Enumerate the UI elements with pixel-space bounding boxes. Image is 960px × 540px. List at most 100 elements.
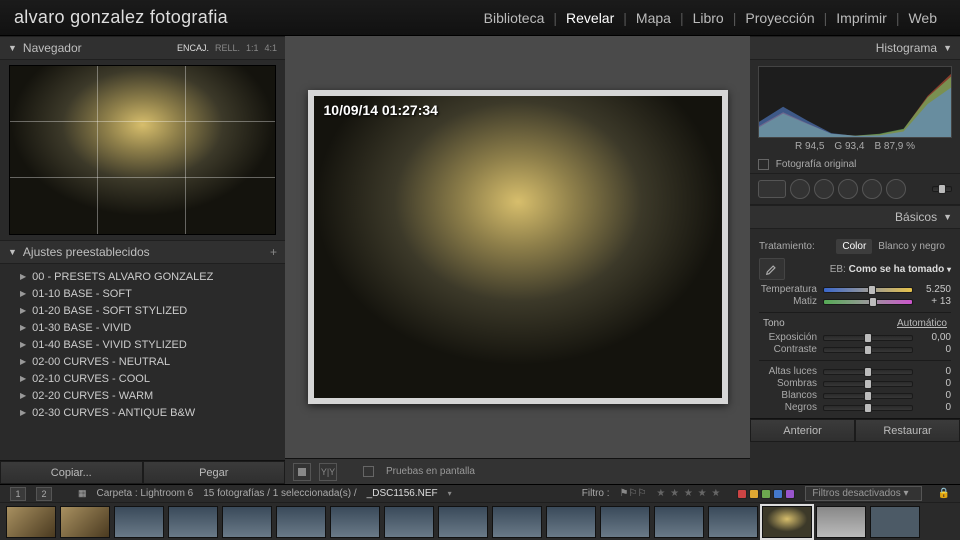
filmstrip-thumb[interactable] [114, 506, 164, 538]
main-image[interactable]: 10/09/14 01:27:34 [308, 90, 728, 404]
module-tab-imprimir[interactable]: Imprimir [827, 6, 896, 30]
nav-zoom-rell[interactable]: RELL. [215, 43, 240, 53]
brush-tool[interactable] [886, 179, 906, 199]
loupe-view-button[interactable] [293, 463, 311, 481]
reset-button[interactable]: Restaurar [855, 419, 960, 442]
filmstrip-thumb[interactable] [222, 506, 272, 538]
nav-zoom-encaj[interactable]: ENCAJ. [177, 43, 209, 53]
filmstrip-thumb[interactable] [60, 506, 110, 538]
add-preset-icon[interactable]: + [270, 245, 277, 259]
filmstrip-thumb[interactable] [762, 506, 812, 538]
temp-slider[interactable] [823, 287, 913, 293]
chevron-right-icon: ▶ [20, 272, 26, 281]
before-button[interactable]: Anterior [750, 419, 855, 442]
filter-lock-icon[interactable]: 🔒 [938, 488, 950, 499]
treatment-bw[interactable]: Blanco y negro [872, 239, 951, 254]
slider-label: Altas luces [759, 366, 817, 377]
module-tab-mapa[interactable]: Mapa [627, 6, 680, 30]
slider-label: Blancos [759, 390, 817, 401]
crop-tool[interactable] [758, 180, 786, 198]
module-tab-biblioteca[interactable]: Biblioteca [475, 6, 554, 30]
slider-label: Exposición [759, 332, 817, 343]
center-toolbar: Y|Y Pruebas en pantalla [285, 458, 750, 484]
radial-tool[interactable] [862, 179, 882, 199]
preset-folder[interactable]: ▶02-00 CURVES - NEUTRAL [0, 353, 285, 370]
nav-zoom-41[interactable]: 4:1 [264, 43, 277, 53]
preset-folder[interactable]: ▶01-30 BASE - VIVID [0, 319, 285, 336]
histogram[interactable] [758, 66, 952, 138]
contraste-slider[interactable] [823, 347, 913, 353]
preset-folder[interactable]: ▶01-20 BASE - SOFT STYLIZED [0, 302, 285, 319]
filmstrip-thumb[interactable] [438, 506, 488, 538]
nav-zoom-11[interactable]: 1:1 [246, 43, 259, 53]
sombras-slider[interactable] [823, 381, 913, 387]
color-label-chip[interactable] [773, 489, 783, 499]
soft-proof-checkbox[interactable] [363, 466, 374, 477]
filmstrip-thumb[interactable] [708, 506, 758, 538]
module-tab-revelar[interactable]: Revelar [557, 6, 623, 30]
filmstrip-thumb[interactable] [654, 506, 704, 538]
basics-header[interactable]: Básicos ▼ [750, 205, 960, 229]
grid-icon[interactable]: ▦ [78, 488, 87, 499]
chevron-down-icon: ▼ [943, 43, 952, 53]
monitor-2-button[interactable]: 2 [36, 487, 52, 501]
navigator-preview[interactable] [9, 65, 276, 235]
filters-dropdown[interactable]: Filtros desactivados ▾ [805, 486, 921, 501]
filmstrip-thumb[interactable] [546, 506, 596, 538]
blancos-slider[interactable] [823, 393, 913, 399]
filmstrip-thumb[interactable] [330, 506, 380, 538]
presets-title: Ajustes preestablecidos [23, 245, 150, 259]
flag-filter-icon[interactable]: ⚑⚐⚐ [620, 488, 647, 499]
negros-slider[interactable] [823, 405, 913, 411]
color-label-chip[interactable] [761, 489, 771, 499]
temp-label: Temperatura [759, 284, 817, 295]
preset-folder[interactable]: ▶01-40 BASE - VIVID STYLIZED [0, 336, 285, 353]
treatment-color[interactable]: Color [836, 239, 872, 254]
color-label-chip[interactable] [785, 489, 795, 499]
exposición-slider[interactable] [823, 335, 913, 341]
histogram-header[interactable]: Histograma ▼ [750, 36, 960, 60]
filmstrip-thumb[interactable] [384, 506, 434, 538]
filmstrip-thumb[interactable] [492, 506, 542, 538]
preset-folder[interactable]: ▶02-30 CURVES - ANTIQUE B&W [0, 404, 285, 421]
preset-folder[interactable]: ▶01-10 BASE - SOFT [0, 285, 285, 302]
module-tab-libro[interactable]: Libro [684, 6, 733, 30]
folder-path[interactable]: Carpeta : Lightroom 6 [97, 488, 194, 499]
filmstrip-thumb[interactable] [600, 506, 650, 538]
altas-luces-slider[interactable] [823, 369, 913, 375]
color-label-chip[interactable] [737, 489, 747, 499]
chevron-right-icon: ▶ [20, 323, 26, 332]
chevron-right-icon: ▶ [20, 374, 26, 383]
color-label-chip[interactable] [749, 489, 759, 499]
redeye-tool[interactable] [814, 179, 834, 199]
wb-mode-select[interactable]: Como se ha tomado ▾ [849, 264, 951, 275]
module-tab-web[interactable]: Web [899, 6, 946, 30]
gradient-tool[interactable] [838, 179, 858, 199]
preset-folder[interactable]: ▶00 - PRESETS ALVARO GONZALEZ [0, 268, 285, 285]
wb-eyedropper[interactable] [759, 258, 785, 280]
navigator-header[interactable]: ▼ Navegador ENCAJ.RELL.1:14:1 [0, 36, 285, 60]
auto-tone-button[interactable]: Automático [897, 318, 947, 329]
module-tab-proyección[interactable]: Proyección [736, 6, 823, 30]
copy-button[interactable]: Copiar... [0, 461, 143, 484]
spot-tool[interactable] [790, 179, 810, 199]
right-panel: Histograma ▼ R 94,5 G 93,4 B 87,9 % Foto… [750, 36, 960, 484]
filmstrip-thumb[interactable] [276, 506, 326, 538]
original-checkbox[interactable] [758, 159, 769, 170]
filmstrip-thumb[interactable] [816, 506, 866, 538]
preset-folder[interactable]: ▶02-20 CURVES - WARM [0, 387, 285, 404]
monitor-1-button[interactable]: 1 [10, 487, 26, 501]
slider-value: 0,00 [919, 332, 951, 343]
chevron-right-icon: ▶ [20, 391, 26, 400]
slider-value: 0 [919, 378, 951, 389]
filmstrip-thumb[interactable] [870, 506, 920, 538]
filmstrip-thumb[interactable] [168, 506, 218, 538]
tone-label: Tono [763, 318, 785, 329]
presets-header[interactable]: ▼ Ajustes preestablecidos + [0, 240, 285, 264]
filmstrip-thumb[interactable] [6, 506, 56, 538]
compare-view-button[interactable]: Y|Y [319, 463, 337, 481]
paste-button[interactable]: Pegar [143, 461, 286, 484]
rating-filter[interactable]: ★ ★ ★ ★ ★ [656, 488, 721, 499]
preset-folder[interactable]: ▶02-10 CURVES - COOL [0, 370, 285, 387]
tint-slider[interactable] [823, 299, 913, 305]
